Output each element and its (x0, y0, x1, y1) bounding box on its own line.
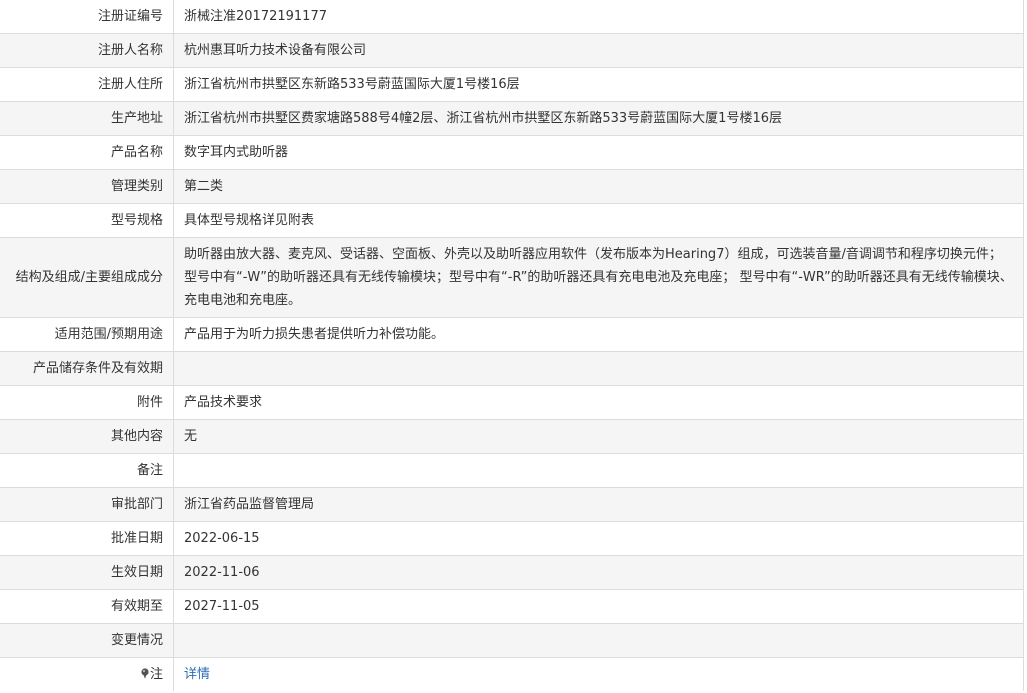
table-row: 生效日期 2022-11-06 (0, 555, 1024, 590)
row-value: 产品技术要求 (173, 385, 1024, 420)
row-label: 适用范围/预期用途 (0, 317, 174, 352)
row-value: 无 (173, 419, 1024, 454)
registration-detail-table: 注册证编号 浙械注准20172191177 注册人名称 杭州惠耳听力技术设备有限… (0, 0, 1024, 691)
row-value: 助听器由放大器、麦克风、受话器、空面板、外壳以及助听器应用软件（发布版本为Hea… (173, 237, 1024, 318)
table-row: 审批部门 浙江省药品监督管理局 (0, 487, 1024, 522)
table-row: 生产地址 浙江省杭州市拱墅区费家塘路588号4幢2层、浙江省杭州市拱墅区东新路5… (0, 101, 1024, 136)
table-row: 批准日期 2022-06-15 (0, 521, 1024, 556)
row-value: 产品用于为听力损失患者提供听力补偿功能。 (173, 317, 1024, 352)
note-label-cell: 注 (0, 657, 174, 691)
row-value: 第二类 (173, 169, 1024, 204)
details-link[interactable]: 详情 (184, 667, 210, 682)
row-label: 备注 (0, 453, 174, 488)
row-value: 浙江省杭州市拱墅区费家塘路588号4幢2层、浙江省杭州市拱墅区东新路533号蔚蓝… (173, 101, 1024, 136)
row-value: 2022-11-06 (173, 555, 1024, 590)
table-row: 适用范围/预期用途 产品用于为听力损失患者提供听力补偿功能。 (0, 317, 1024, 352)
row-label: 注册人名称 (0, 33, 174, 68)
note-label: 注 (149, 667, 163, 682)
pin-icon (141, 668, 149, 679)
table-row: 有效期至 2027-11-05 (0, 589, 1024, 624)
table-row: 管理类别 第二类 (0, 169, 1024, 204)
table-row: 型号规格 具体型号规格详见附表 (0, 203, 1024, 238)
table-row: 产品储存条件及有效期 (0, 351, 1024, 386)
row-label: 生产地址 (0, 101, 174, 136)
row-value: 2027-11-05 (173, 589, 1024, 624)
note-value: 详情 (173, 657, 1024, 691)
row-label: 附件 (0, 385, 174, 420)
row-value: 浙江省杭州市拱墅区东新路533号蔚蓝国际大厦1号楼16层 (173, 67, 1024, 102)
row-label: 管理类别 (0, 169, 174, 204)
row-label: 生效日期 (0, 555, 174, 590)
table-row: 附件 产品技术要求 (0, 385, 1024, 420)
row-label: 产品储存条件及有效期 (0, 351, 174, 386)
table-row: 变更情况 (0, 623, 1024, 658)
row-label: 批准日期 (0, 521, 174, 556)
table-row: 其他内容 无 (0, 419, 1024, 454)
row-value: 具体型号规格详见附表 (173, 203, 1024, 238)
table-row: 结构及组成/主要组成成分 助听器由放大器、麦克风、受话器、空面板、外壳以及助听器… (0, 237, 1024, 318)
row-label: 其他内容 (0, 419, 174, 454)
row-value: 数字耳内式助听器 (173, 135, 1024, 170)
row-label: 审批部门 (0, 487, 174, 522)
note-row: 注 详情 (0, 657, 1024, 691)
table-row: 产品名称 数字耳内式助听器 (0, 135, 1024, 170)
row-value (173, 351, 1024, 386)
row-value: 浙江省药品监督管理局 (173, 487, 1024, 522)
row-value (173, 453, 1024, 488)
table-row: 注册证编号 浙械注准20172191177 (0, 0, 1024, 34)
row-label: 注册证编号 (0, 0, 174, 34)
table-row: 注册人住所 浙江省杭州市拱墅区东新路533号蔚蓝国际大厦1号楼16层 (0, 67, 1024, 102)
table-row: 注册人名称 杭州惠耳听力技术设备有限公司 (0, 33, 1024, 68)
row-label: 注册人住所 (0, 67, 174, 102)
table-row: 备注 (0, 453, 1024, 488)
row-label: 变更情况 (0, 623, 174, 658)
row-value: 浙械注准20172191177 (173, 0, 1024, 34)
row-label: 型号规格 (0, 203, 174, 238)
table-body: 注册证编号 浙械注准20172191177 注册人名称 杭州惠耳听力技术设备有限… (0, 0, 1024, 691)
row-label: 产品名称 (0, 135, 174, 170)
row-label: 结构及组成/主要组成成分 (0, 237, 174, 318)
row-value: 杭州惠耳听力技术设备有限公司 (173, 33, 1024, 68)
row-label: 有效期至 (0, 589, 174, 624)
row-value (173, 623, 1024, 658)
row-value: 2022-06-15 (173, 521, 1024, 556)
